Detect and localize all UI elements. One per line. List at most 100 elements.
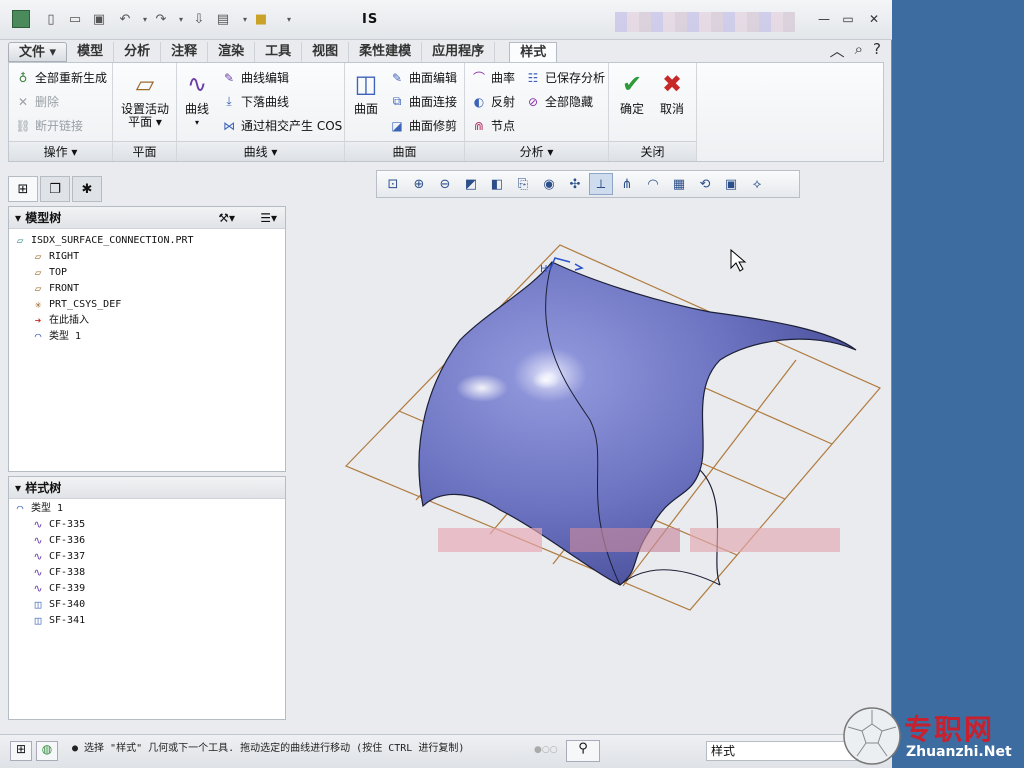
new-file-icon[interactable]: ▯ (42, 10, 60, 28)
window-title: IS (362, 12, 379, 27)
show-browser-icon[interactable]: ◍ (36, 741, 58, 761)
hide-all-button[interactable]: ⊘ 全部隐藏 (525, 93, 593, 110)
open-file-icon[interactable]: ▭ (66, 10, 84, 28)
minimize-icon[interactable]: — (816, 12, 832, 26)
redo-dropdown-icon[interactable]: ▾ (172, 10, 190, 28)
zoom-in-icon[interactable]: ⊕ (407, 173, 431, 195)
view-manager-icon[interactable]: ◉ (537, 173, 561, 195)
show-navigator-icon[interactable]: ⊞ (10, 741, 32, 761)
surface-trim-button[interactable]: ◪ 曲面修剪 (389, 117, 457, 134)
surface-connect-button[interactable]: ⧉ 曲面连接 (389, 93, 457, 110)
drop-curve-button[interactable]: ⤓ 下落曲线 (221, 93, 289, 110)
reflection-button[interactable]: ◐ 反射 (471, 93, 515, 110)
ok-button[interactable]: ✔ 确定 (615, 69, 649, 116)
datum-plane-icon: ▱ (34, 282, 42, 295)
model-tree-item[interactable]: ▱ ISDX_SURFACE_CONNECTION.PRT (13, 233, 285, 249)
zoom-out-icon[interactable]: ⊖ (433, 173, 457, 195)
curvature-display-icon[interactable]: ◠ (641, 173, 665, 195)
save-icon[interactable]: ▣ (90, 10, 108, 28)
model-tree-item[interactable]: ➔ 在此插入 (13, 313, 285, 329)
status-bar: ⊞ ◍ ● 选择 "样式" 几何或下一个工具. 拖动选定的曲线进行移动 (按住 … (0, 734, 892, 768)
tab-model[interactable]: 模型 (67, 42, 115, 62)
datum-display-icon[interactable]: ✣ (563, 173, 587, 195)
datum-plane-icon: ▱ (34, 250, 42, 263)
style-tree-item[interactable]: ◠ 类型 1 (13, 501, 285, 517)
style-tree-item[interactable]: ∿ CF-337 (13, 549, 285, 565)
model-tree-item[interactable]: ▱ TOP (13, 265, 285, 281)
model-tree-item[interactable]: ▱ FRONT (13, 281, 285, 297)
style-tree-item[interactable]: ∿ CF-336 (13, 533, 285, 549)
style-tree-label: CF-338 (49, 567, 86, 578)
tab-file[interactable]: 文件 ▾ (8, 42, 68, 62)
tab-applications[interactable]: 应用程序 (422, 42, 496, 62)
tab-annotate[interactable]: 注释 (161, 42, 209, 62)
favorites-tab-icon[interactable]: ✱ (72, 176, 102, 202)
app-icon[interactable] (12, 10, 30, 28)
tab-tools[interactable]: 工具 (255, 42, 303, 62)
customize-toolbar-icon[interactable]: ▾ (280, 10, 298, 28)
soccer-ball-logo-icon (843, 707, 901, 765)
style-tree-item[interactable]: ◫ SF-341 (13, 613, 285, 629)
group-label-plane: 平面 (113, 141, 176, 161)
find-icon[interactable]: ⚲ (566, 740, 600, 762)
tab-analysis[interactable]: 分析 (114, 42, 162, 62)
regenerate-icon[interactable]: ⇩ (190, 10, 208, 28)
undo-icon[interactable]: ↶ (116, 10, 134, 28)
cancel-button[interactable]: ✖ 取消 (655, 69, 689, 116)
tree-columns-icon[interactable]: ☰▾ (260, 207, 277, 229)
group-label-operations[interactable]: 操作 ▾ (9, 141, 112, 161)
windows-icon[interactable]: ▤ (214, 10, 232, 28)
style-tree-item[interactable]: ∿ CF-338 (13, 565, 285, 581)
display-style-icon[interactable]: ◧ (485, 173, 509, 195)
repaint-icon[interactable]: ◩ (459, 173, 483, 195)
mouse-cursor-icon (730, 248, 747, 272)
perspective-icon[interactable]: ⟡ (745, 173, 769, 195)
close-window-icon[interactable]: ✕ (866, 12, 882, 26)
surface-edit-button[interactable]: ✎ 曲面编辑 (389, 69, 457, 86)
saved-analysis-button[interactable]: ☷ 已保存分析 (525, 69, 605, 86)
node-button[interactable]: ⋒ 节点 (471, 117, 515, 134)
curvature-button[interactable]: ⌒ 曲率 (471, 69, 515, 86)
delete-button[interactable]: ✕ 删除 (15, 93, 59, 110)
grid-display-icon[interactable]: ▦ (667, 173, 691, 195)
group-plane: ▱ 设置活动 平面 ▾ 平面 (113, 63, 177, 161)
tab-render[interactable]: 渲染 (208, 42, 256, 62)
model-tree-tab-icon[interactable]: ⊞ (8, 176, 38, 202)
style-tree-item[interactable]: ∿ CF-339 (13, 581, 285, 597)
model-tree-item[interactable]: ✳ PRT_CSYS_DEF (13, 297, 285, 313)
curve-button[interactable]: ∿ 曲线 ▾ (179, 69, 215, 129)
hide-all-icon: ⊘ (527, 94, 539, 109)
group-label-curve[interactable]: 曲线 ▾ (177, 141, 344, 161)
curve-points-icon[interactable]: ⋔ (615, 173, 639, 195)
model-tree-item[interactable]: ▱ RIGHT (13, 249, 285, 265)
tab-style[interactable]: 样式 (509, 42, 558, 62)
cos-intersect-button[interactable]: ⋈ 通过相交产生 COS (221, 117, 342, 134)
maximize-icon[interactable]: ▭ (840, 12, 856, 26)
refit-icon[interactable]: ⊡ (381, 173, 405, 195)
set-active-plane-button[interactable]: ▱ 设置活动 平面 ▾ (117, 69, 173, 129)
model-tree-panel: ▾ 模型树 ⚒▾ ☰▾ ▱ ISDX_SURFACE_CONNECTION.PRT… (8, 206, 286, 472)
tree-settings-icon[interactable]: ⚒▾ (218, 207, 235, 229)
saved-orientations-icon[interactable]: ⎘ (511, 173, 535, 195)
style-tree-item[interactable]: ∿ CF-335 (13, 517, 285, 533)
redo-icon[interactable]: ↷ (152, 10, 170, 28)
curve-icon: ∿ (33, 518, 43, 531)
tab-flexible-modeling[interactable]: 柔性建模 (349, 42, 423, 62)
style-plane-display-icon[interactable]: ⟂ (589, 173, 613, 195)
style-tree-panel: ▾ 样式树 ◠ 类型 1 ∿ CF-335 ∿ CF-336 ∿ CF-337 ∿ CF-338 ∿… (8, 476, 286, 720)
group-label-analysis[interactable]: 分析 ▾ (465, 141, 608, 161)
style-tree-label: CF-336 (49, 535, 86, 546)
style-tree-item[interactable]: ◫ SF-340 (13, 597, 285, 613)
full-view-icon[interactable]: ▣ (719, 173, 743, 195)
model-tree-item[interactable]: ◠ 类型 1 (13, 329, 285, 345)
datum-plane-icon: ▱ (34, 266, 42, 279)
folder-icon[interactable]: ■ (252, 10, 270, 28)
graphics-area[interactable]: H (290, 200, 888, 728)
surface-button[interactable]: ◫ 曲面 (349, 69, 383, 116)
regenerate-all-button[interactable]: ♁ 全部重新生成 (15, 69, 107, 86)
spin-center-icon[interactable]: ⟲ (693, 173, 717, 195)
curve-edit-button[interactable]: ✎ 曲线编辑 (221, 69, 289, 86)
tab-view[interactable]: 视图 (302, 42, 350, 62)
break-link-button[interactable]: ⛓ 断开链接 (15, 117, 83, 134)
folder-browser-tab-icon[interactable]: ❐ (40, 176, 70, 202)
